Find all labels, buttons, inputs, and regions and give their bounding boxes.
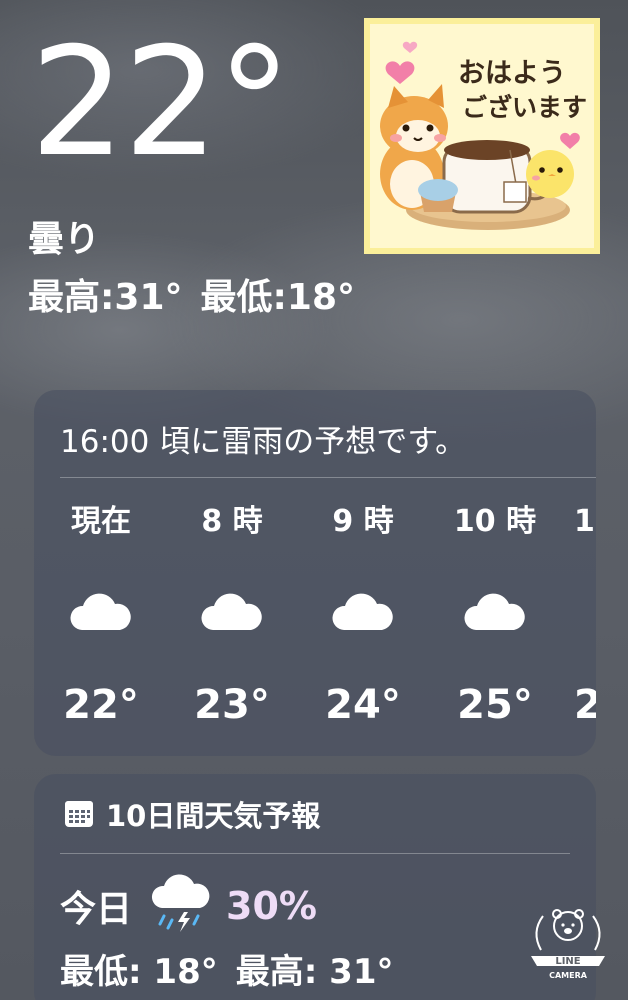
hour-label: 8 時 [201, 504, 263, 539]
calendar-icon [65, 801, 93, 827]
sticker-illustration: おはよう ございます [380, 41, 587, 230]
forecast-title: 10日間天気予報 [106, 799, 321, 833]
svg-text:おはよう: おはよう [458, 58, 566, 89]
hour-temp: 25° [457, 682, 533, 728]
cloud-icon [201, 593, 262, 630]
current-high-low: 最高:31° 最低:18° [28, 268, 355, 320]
hour-label: 1 [574, 504, 595, 539]
hourly-divider [60, 477, 596, 478]
weather-alert-text: 16:00 頃に雷雨の予想です。 [60, 424, 467, 460]
hour-temp: 22° [63, 682, 139, 728]
svg-text:ございます: ございます [462, 93, 587, 122]
today-low: 最低: 18° [60, 952, 218, 992]
line-camera-watermark: LINE CAMERA [523, 904, 613, 984]
hourly-scroller[interactable]: 現在 22° 8 時 23° 9 時 24° 10 時 25° 1 2 [34, 500, 596, 740]
cloud-icon [332, 593, 393, 630]
cloud-icon [464, 593, 525, 630]
bear-logo-icon: LINE CAMERA [531, 909, 605, 980]
hour-item-now[interactable]: 現在 22° [36, 500, 166, 728]
forecast-divider [60, 853, 570, 854]
current-temperature: 22° [30, 16, 292, 190]
hourly-forecast-card[interactable]: 16:00 頃に雷雨の予想です。 現在 22° 8 時 23° 9 時 24° … [34, 390, 596, 756]
precip-chance: 30% [226, 884, 317, 928]
current-low: 最低:18° [200, 277, 356, 318]
today-high: 最高: 31° [235, 952, 394, 992]
thunderstorm-rain-icon [151, 874, 210, 932]
hour-temp: 2 [574, 682, 596, 728]
today-high-low: 最低: 18° 最高: 31° [60, 944, 394, 993]
greeting-sticker[interactable]: おはよう ございます [364, 18, 600, 254]
current-condition: 曇り [28, 219, 101, 260]
svg-text:LINE: LINE [555, 956, 580, 967]
current-high: 最高:31° [28, 277, 183, 318]
hour-item-11-partial[interactable]: 1 2 [574, 500, 596, 728]
hour-item-9[interactable]: 9 時 24° [298, 500, 428, 728]
day-label: 今日 [60, 889, 133, 930]
hour-item-10[interactable]: 10 時 25° [430, 500, 560, 728]
hour-label: 9 時 [332, 504, 394, 539]
hour-label: 10 時 [453, 504, 537, 539]
svg-text:CAMERA: CAMERA [549, 971, 588, 980]
ten-day-forecast-card[interactable]: 10日間天気予報 今日 30% 最低: 18° 最高: 31° [34, 774, 596, 1000]
forecast-row-today[interactable]: 今日 30% [60, 874, 317, 938]
hour-label: 現在 [71, 504, 131, 539]
cloud-icon [70, 593, 131, 630]
hour-temp: 23° [194, 682, 270, 728]
hour-temp: 24° [325, 682, 401, 728]
hour-item-8[interactable]: 8 時 23° [167, 500, 297, 728]
forecast-header: 10日間天気予報 [64, 794, 320, 834]
